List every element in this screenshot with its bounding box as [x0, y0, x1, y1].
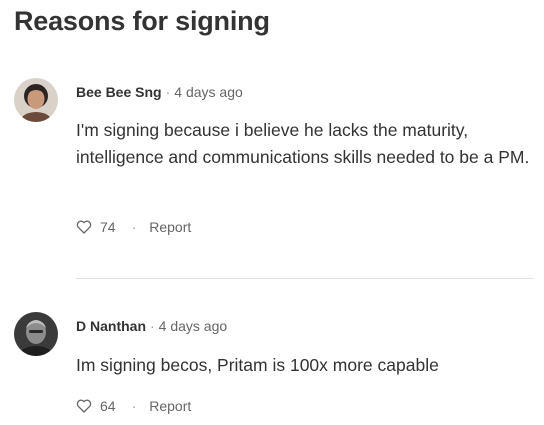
comment-actions: 74 · Report — [76, 219, 191, 235]
avatar[interactable] — [14, 312, 58, 356]
comment-text: Im signing becos, Pritam is 100x more ca… — [76, 355, 439, 375]
meta-separator: · — [165, 84, 171, 100]
comment-divider — [76, 278, 534, 279]
meta-separator: · — [150, 318, 155, 334]
author-name[interactable]: D Nanthan — [76, 318, 146, 334]
section-title: Reasons for signing — [14, 6, 270, 36]
comment-text: I'm signing because i believe he lacks t… — [76, 120, 530, 167]
heart-outline-icon — [76, 220, 92, 234]
action-separator: · — [131, 398, 137, 414]
report-link[interactable]: Report — [149, 398, 191, 414]
timestamp: 4 days ago — [174, 84, 243, 100]
heart-outline-icon — [76, 399, 92, 413]
comment-meta: D Nanthan · 4 days ago — [76, 318, 227, 334]
like-button[interactable]: 74 — [76, 219, 116, 235]
like-count: 64 — [100, 398, 116, 414]
avatar-photo — [14, 78, 58, 122]
report-link[interactable]: Report — [149, 219, 191, 235]
author-name[interactable]: Bee Bee Sng — [76, 84, 162, 100]
comment-actions: 64 · Report — [76, 398, 191, 414]
comment-meta: Bee Bee Sng · 4 days ago — [76, 84, 243, 100]
like-button[interactable]: 64 — [76, 398, 116, 414]
avatar[interactable] — [14, 78, 58, 122]
timestamp: 4 days ago — [158, 318, 228, 334]
like-count: 74 — [100, 219, 116, 235]
action-separator: · — [131, 219, 137, 235]
avatar-photo — [14, 312, 58, 356]
